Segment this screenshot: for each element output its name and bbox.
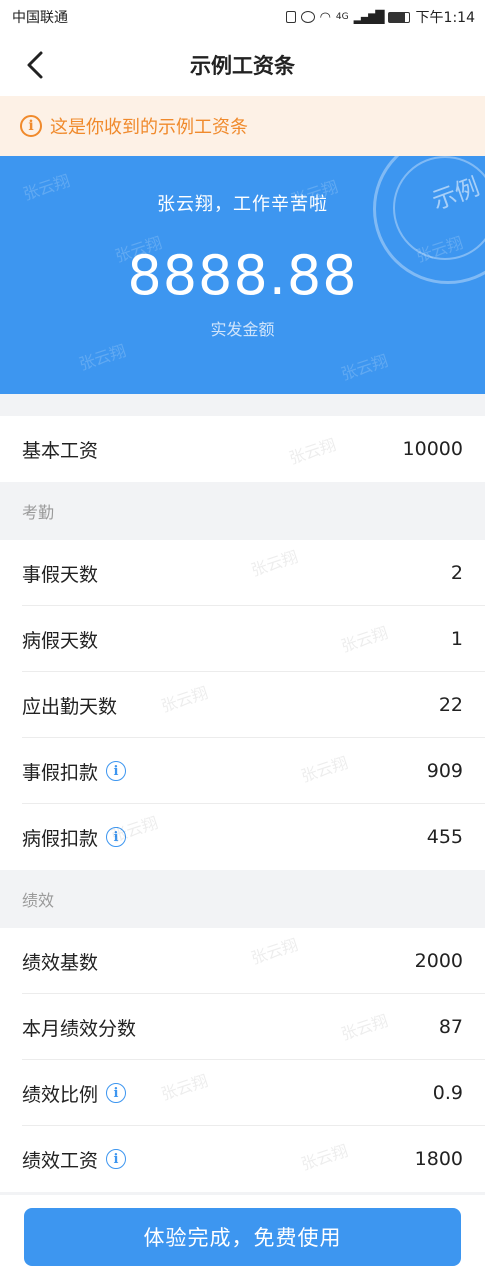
section-header-attendance: 考勤 — [0, 482, 485, 540]
info-icon[interactable]: i — [106, 827, 127, 847]
vibrate-icon — [285, 11, 296, 23]
info-icon: i — [20, 115, 42, 137]
row-label: 基本工资 — [22, 439, 99, 462]
carrier-label: 中国联通 — [12, 10, 68, 26]
row-label: 绩效工资 — [22, 1149, 99, 1172]
watermark: 张云翔 — [158, 1070, 211, 1104]
section-title: 绩效 — [22, 891, 55, 910]
row-label-wrap: 绩效工资 i — [22, 1146, 127, 1173]
attendance-list: 事假天数 2 张云翔 病假天数 1 张云翔 应出勤天数 22 张云翔 事假扣款 i 909 张云翔 病假扣… — [0, 540, 485, 870]
row-label-wrap: 绩效比例 i — [22, 1080, 127, 1107]
section-title: 考勤 — [22, 503, 55, 522]
nav-bar: 示例工资条 — [0, 34, 485, 96]
watermark: 张云翔 — [248, 546, 301, 580]
row-label: 本月绩效分数 — [22, 1017, 137, 1040]
notice-text: 这是你收到的示例工资条 — [50, 117, 248, 138]
list-item: 本月绩效分数 87 张云翔 — [0, 994, 485, 1060]
row-label-wrap: 事假扣款 i — [22, 758, 127, 785]
list-item: 绩效工资 i 1800 张云翔 — [0, 1126, 485, 1192]
list-item: 应出勤天数 22 张云翔 — [0, 672, 485, 738]
list-item: 病假天数 1 张云翔 — [0, 606, 485, 672]
row-label: 事假天数 — [22, 563, 99, 586]
start-free-button[interactable]: 体验完成，免费使用 — [24, 1208, 461, 1266]
watermark: 张云翔 — [338, 622, 391, 656]
row-label: 病假扣款 — [22, 827, 99, 850]
signal-icon: ▂▄▆█ — [353, 10, 385, 24]
list-item: 事假扣款 i 909 张云翔 — [0, 738, 485, 804]
row-value: 10000 — [402, 438, 463, 460]
row-value: 1800 — [414, 1148, 463, 1170]
row-value: 2000 — [414, 950, 463, 972]
status-bar: 中国联通 ◠ 4G ▂▄▆█ 下午1:14 — [0, 0, 485, 34]
info-icon[interactable]: i — [106, 761, 127, 781]
row-value: 455 — [426, 826, 463, 848]
watermark: 张云翔 — [298, 752, 351, 786]
row-value: 909 — [426, 760, 463, 782]
row-label-wrap: 本月绩效分数 — [22, 1014, 136, 1041]
chevron-left-icon — [27, 51, 43, 79]
list-item: 病假扣款 i 455 张云翔 — [0, 804, 485, 870]
info-icon[interactable]: i — [106, 1149, 127, 1169]
watermark: 张云翔 — [248, 934, 301, 968]
row-label: 事假扣款 — [22, 761, 99, 784]
status-icons: ◠ 4G ▂▄▆█ — [285, 9, 410, 25]
watermark: 张云翔 — [338, 350, 391, 384]
watermark: 张云翔 — [298, 1140, 351, 1174]
row-value: 2 — [450, 562, 463, 584]
row-value: 0.9 — [432, 1082, 463, 1104]
wifi-icon: ◠ — [319, 9, 331, 25]
salary-hero: 示例 张云翔 张云翔 张云翔 张云翔 张云翔 张云翔 张云翔，工作辛苦啦 888… — [0, 156, 485, 394]
row-label: 绩效比例 — [22, 1083, 99, 1106]
performance-list: 绩效基数 2000 张云翔 本月绩效分数 87 张云翔 绩效比例 i 0.9 张云翔 绩效工资 i 18… — [0, 928, 485, 1192]
row-value: 22 — [438, 694, 463, 716]
info-icon[interactable]: i — [106, 1083, 127, 1103]
row-value: 87 — [438, 1016, 463, 1038]
back-button[interactable] — [18, 48, 52, 82]
eye-icon — [300, 11, 315, 23]
row-label-wrap: 病假扣款 i — [22, 824, 127, 851]
clock: 下午1:14 — [415, 10, 475, 26]
list-item: 绩效比例 i 0.9 张云翔 — [0, 1060, 485, 1126]
status-right: ◠ 4G ▂▄▆█ 下午1:14 — [285, 7, 475, 27]
list-item: 事假天数 2 张云翔 — [0, 540, 485, 606]
row-label: 应出勤天数 — [22, 695, 118, 718]
row-label-wrap: 事假天数 — [22, 560, 98, 587]
watermark: 张云翔 — [158, 682, 211, 716]
spacer — [0, 394, 485, 416]
watermark: 张云翔 — [338, 1010, 391, 1044]
row-label-wrap: 应出勤天数 — [22, 692, 117, 719]
watermark: 张云翔 — [286, 434, 339, 468]
net-pay-amount: 8888.88 — [127, 244, 358, 307]
greeting: 张云翔，工作辛苦啦 — [157, 194, 328, 215]
footer-bar: 体验完成，免费使用 — [0, 1195, 485, 1279]
row-label-wrap: 绩效基数 — [22, 948, 98, 975]
net-pay-label: 实发金额 — [210, 320, 275, 339]
row-label: 绩效基数 — [22, 951, 99, 974]
notice-banner: i 这是你收到的示例工资条 — [0, 96, 485, 156]
row-label: 病假天数 — [22, 629, 99, 652]
row-value: 1 — [450, 628, 463, 650]
list-item: 绩效基数 2000 张云翔 — [0, 928, 485, 994]
watermark: 张云翔 — [76, 340, 129, 374]
section-header-performance: 绩效 — [0, 870, 485, 928]
network-type-label: 4G — [335, 12, 349, 22]
battery-icon — [387, 11, 410, 23]
basic-salary-row: 基本工资 10000 张云翔 — [0, 416, 485, 482]
row-label-wrap: 病假天数 — [22, 626, 98, 653]
page-title: 示例工资条 — [190, 54, 295, 78]
